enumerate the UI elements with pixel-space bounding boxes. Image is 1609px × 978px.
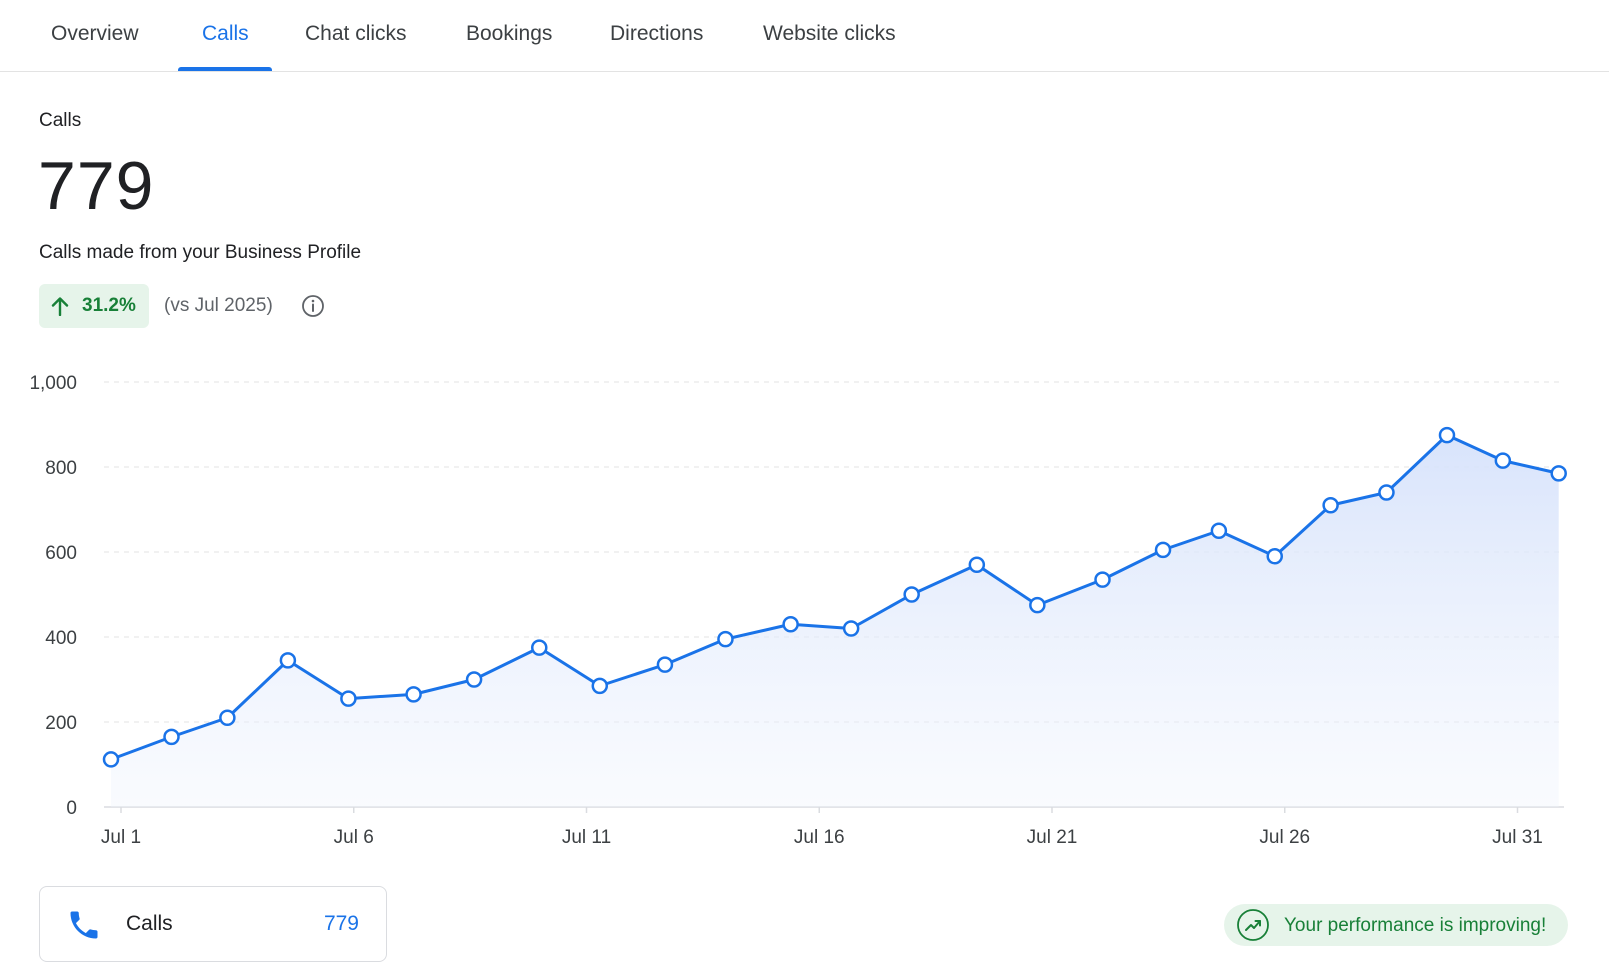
- data-point[interactable]: [1494, 452, 1512, 469]
- arrow-up-icon: [51, 297, 69, 316]
- x-tick-label: Jul 31: [1492, 827, 1543, 848]
- x-tick-label: Jul 6: [334, 827, 374, 848]
- tab-calls[interactable]: Calls: [202, 22, 249, 46]
- x-tick-label: Jul 26: [1259, 827, 1310, 848]
- data-point[interactable]: [531, 639, 548, 656]
- performance-page: Overview Calls Chat clicks Bookings Dire…: [0, 0, 1609, 978]
- y-tick-label: 800: [45, 458, 77, 479]
- change-badge: 31.2%: [39, 284, 149, 328]
- data-point[interactable]: [782, 616, 799, 633]
- tab-directions[interactable]: Directions: [610, 22, 703, 46]
- data-point[interactable]: [1154, 541, 1172, 559]
- data-point[interactable]: [1378, 484, 1395, 501]
- data-point[interactable]: [465, 671, 483, 688]
- tab-overview[interactable]: Overview: [51, 22, 139, 46]
- calls-chart: 0 200 400 600 800 1,000 Jul 1 Jul 6 Jul 11 Jul 1…: [29, 373, 1567, 848]
- y-tick-label: 0: [66, 798, 77, 819]
- data-point[interactable]: [1094, 571, 1111, 588]
- data-point[interactable]: [968, 556, 986, 573]
- trending-up-icon: [1237, 909, 1269, 941]
- x-tick-label: Jul 1: [101, 827, 141, 848]
- data-point[interactable]: [1550, 465, 1567, 482]
- data-point[interactable]: [717, 630, 734, 648]
- data-point[interactable]: [405, 686, 422, 703]
- x-tick-label: Jul 21: [1027, 827, 1078, 848]
- data-point[interactable]: [591, 677, 609, 695]
- data-point[interactable]: [279, 652, 297, 669]
- data-point[interactable]: [842, 620, 860, 637]
- data-point[interactable]: [1438, 426, 1456, 444]
- metric-tabs: Overview Calls Chat clicks Bookings Dire…: [0, 0, 1609, 72]
- performance-status-badge: Your performance is improving!: [1224, 904, 1568, 946]
- change-percent: 31.2%: [82, 295, 136, 316]
- data-point[interactable]: [1266, 548, 1283, 565]
- data-point[interactable]: [1029, 596, 1046, 614]
- x-tick-label: Jul 11: [562, 827, 611, 848]
- data-point[interactable]: [163, 728, 180, 746]
- y-tick-label: 600: [45, 543, 77, 564]
- tab-chat-clicks[interactable]: Chat clicks: [305, 22, 407, 46]
- metric-label: Calls: [39, 110, 82, 131]
- y-tick-label: 400: [45, 628, 77, 649]
- data-point[interactable]: [340, 690, 357, 707]
- data-point[interactable]: [102, 751, 120, 768]
- info-icon[interactable]: [301, 294, 325, 318]
- tab-bookings[interactable]: Bookings: [466, 22, 552, 46]
- phone-icon: [70, 911, 98, 939]
- x-tick-label: Jul 16: [794, 827, 845, 848]
- legend-label: Calls: [126, 912, 173, 935]
- comparison-period: (vs Jul 2025): [164, 295, 273, 316]
- y-tick-label: 1,000: [29, 373, 77, 394]
- data-point[interactable]: [656, 656, 674, 673]
- active-tab-indicator: [178, 67, 272, 71]
- data-point[interactable]: [219, 709, 236, 726]
- data-point[interactable]: [1322, 497, 1339, 514]
- data-point[interactable]: [903, 586, 920, 603]
- metric-description: Calls made from your Business Profile: [39, 242, 362, 263]
- calls-legend-card[interactable]: Calls 779: [39, 886, 387, 962]
- data-point[interactable]: [1210, 522, 1228, 539]
- performance-message: Your performance is improving!: [1284, 915, 1547, 936]
- legend-value: 779: [323, 912, 359, 935]
- metric-total: 779: [38, 148, 155, 224]
- y-tick-label: 200: [45, 713, 77, 734]
- tab-website-clicks[interactable]: Website clicks: [763, 22, 896, 46]
- series-area: [111, 435, 1559, 807]
